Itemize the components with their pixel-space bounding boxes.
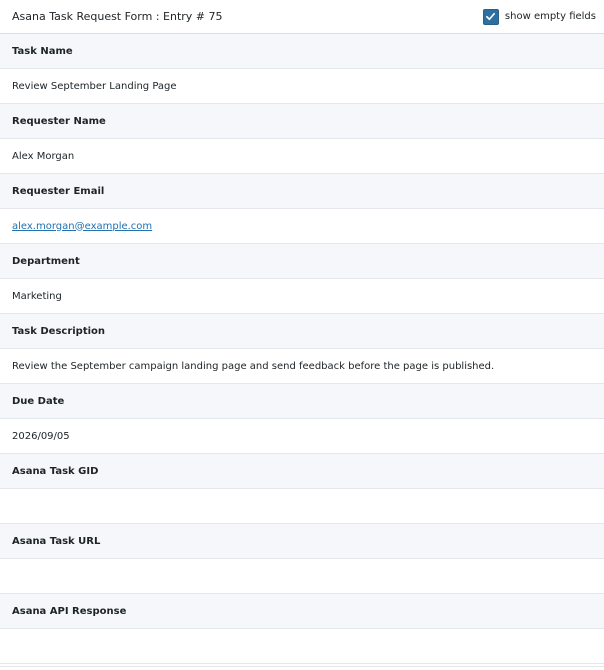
field-value-row: Marketing — [0, 279, 604, 314]
task-description-value: Review the September campaign landing pa… — [12, 360, 495, 372]
field-value-row: Alex Morgan — [0, 139, 604, 174]
requester-email-value: alex.morgan@example.com — [12, 221, 152, 232]
task-name-value: Review September Landing Page — [12, 80, 177, 92]
due-date-label: Due Date — [12, 395, 65, 407]
show-empty-fields-checkbox[interactable] — [482, 8, 499, 25]
asana-task-gid-label: Asana Task GID — [12, 465, 99, 477]
show-empty-fields-toggle[interactable]: show empty fields — [482, 8, 596, 25]
requester-email-link[interactable]: alex.morgan@example.com — [12, 221, 152, 232]
entry-title: Asana Task Request Form : Entry # 75 — [12, 10, 223, 23]
field-label-row: Asana API Response — [0, 594, 604, 629]
field-label-row: Asana Task URL — [0, 524, 604, 559]
asana-api-response-label: Asana API Response — [12, 605, 127, 617]
entry-panel: Asana Task Request Form : Entry # 75 sho… — [0, 0, 604, 667]
requester-name-label: Requester Name — [12, 115, 106, 127]
field-label-row: Department — [0, 244, 604, 279]
asana-task-url-label: Asana Task URL — [12, 535, 101, 547]
checkmark-icon — [486, 12, 496, 21]
field-label-row: Asana Task GID — [0, 454, 604, 489]
field-value-row: Review the September campaign landing pa… — [0, 349, 604, 384]
field-value-row — [0, 559, 604, 594]
due-date-value: 2026/09/05 — [12, 430, 70, 442]
show-empty-fields-label[interactable]: show empty fields — [505, 11, 596, 22]
field-value-row — [0, 629, 604, 664]
entry-header: Asana Task Request Form : Entry # 75 sho… — [0, 0, 604, 34]
field-value-row: alex.morgan@example.com — [0, 209, 604, 244]
task-description-label: Task Description — [12, 325, 106, 337]
department-label: Department — [12, 255, 80, 267]
department-value: Marketing — [12, 290, 62, 302]
field-label-row: Requester Name — [0, 104, 604, 139]
task-name-label: Task Name — [12, 45, 73, 57]
field-label-row: Due Date — [0, 384, 604, 419]
field-label-row: Task Name — [0, 34, 604, 69]
field-value-row — [0, 489, 604, 524]
field-value-row: 2026/09/05 — [0, 419, 604, 454]
field-value-row: Review September Landing Page — [0, 69, 604, 104]
field-label-row: Requester Email — [0, 174, 604, 209]
requester-email-label: Requester Email — [12, 185, 105, 197]
field-label-row: Task Description — [0, 314, 604, 349]
requester-name-value: Alex Morgan — [12, 150, 75, 162]
